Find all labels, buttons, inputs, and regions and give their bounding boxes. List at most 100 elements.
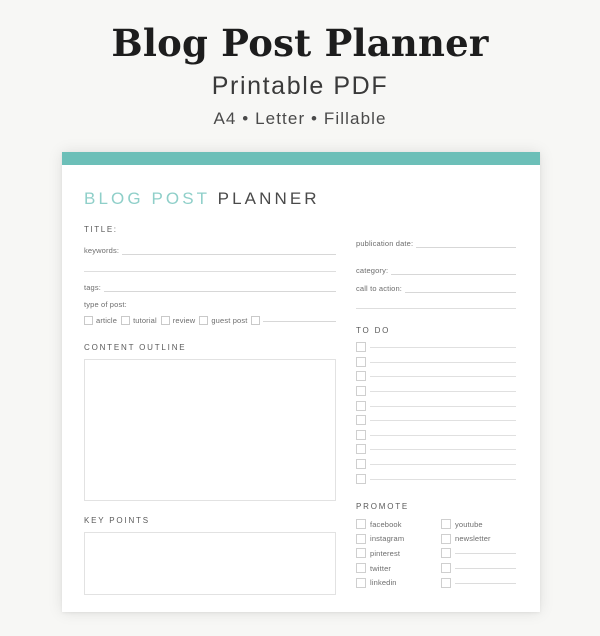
type-option-guest-post[interactable]: guest post <box>199 316 247 325</box>
checkbox-icon[interactable] <box>356 577 366 588</box>
to-do-row[interactable] <box>356 384 516 399</box>
promote-option-label: pinterest <box>370 548 401 558</box>
call-to-action-label: call to action: <box>356 284 403 293</box>
checkbox-icon[interactable] <box>356 444 366 455</box>
to-do-row[interactable] <box>356 428 516 443</box>
checkbox-icon[interactable] <box>356 415 366 426</box>
call-to-action-field[interactable]: call to action: <box>356 284 516 293</box>
to-do-input-line[interactable] <box>370 434 516 436</box>
checkbox-icon[interactable] <box>356 429 366 440</box>
to-do-row[interactable] <box>356 413 516 428</box>
content-outline-heading: CONTENT OUTLINE <box>84 343 187 352</box>
promote-row[interactable]: twitter <box>356 561 431 576</box>
checkbox-icon[interactable] <box>441 519 451 530</box>
checkbox-icon[interactable] <box>441 577 451 588</box>
tags-field[interactable]: tags: <box>84 283 336 292</box>
checkbox-icon[interactable] <box>160 316 170 325</box>
promote-row[interactable]: facebook <box>356 517 431 532</box>
promote-row[interactable] <box>441 561 516 576</box>
promote-custom-line[interactable] <box>455 582 516 584</box>
call-to-action-input-line[interactable] <box>405 291 516 293</box>
promote-row[interactable]: youtube <box>441 517 516 532</box>
type-option-custom[interactable] <box>251 316 336 325</box>
type-option-article[interactable]: article <box>84 316 117 325</box>
type-option-custom-line[interactable] <box>263 320 336 322</box>
content-outline-box[interactable] <box>84 359 336 501</box>
keywords-input-line[interactable] <box>122 253 336 255</box>
to-do-input-line[interactable] <box>370 448 516 451</box>
promote-option-label: newsletter <box>455 534 491 544</box>
to-do-input-line[interactable] <box>370 361 516 363</box>
tags-input-line[interactable] <box>104 290 336 292</box>
to-do-input-line[interactable] <box>370 405 516 407</box>
keywords-extra-line[interactable] <box>84 270 336 272</box>
publication-date-field[interactable]: publication date: <box>356 239 516 248</box>
checkbox-icon[interactable] <box>356 356 366 367</box>
checkbox-icon[interactable] <box>251 316 261 325</box>
to-do-input-line[interactable] <box>370 346 516 349</box>
sheet-accent-bar <box>62 152 540 165</box>
to-do-list <box>356 340 516 486</box>
promote-custom-line[interactable] <box>455 567 516 570</box>
promote-row[interactable] <box>441 575 516 590</box>
heading-teal-part: BLOG POST <box>84 189 210 208</box>
promo-formats: A4 • Letter • Fillable <box>213 109 387 129</box>
key-points-box[interactable] <box>84 532 336 595</box>
promote-option-label: youtube <box>455 519 483 529</box>
to-do-row[interactable] <box>356 369 516 384</box>
to-do-row[interactable] <box>356 442 516 457</box>
checkbox-icon[interactable] <box>356 548 366 559</box>
checkbox-icon[interactable] <box>441 548 451 559</box>
promote-row[interactable]: pinterest <box>356 546 431 561</box>
keywords-label: keywords: <box>84 246 120 255</box>
to-do-input-line[interactable] <box>370 390 516 393</box>
category-field[interactable]: category: <box>356 266 516 275</box>
promote-row[interactable]: instagram <box>356 532 431 547</box>
checkbox-icon[interactable] <box>199 316 209 325</box>
to-do-input-line[interactable] <box>370 478 516 480</box>
checkbox-icon[interactable] <box>356 563 366 574</box>
to-do-input-line[interactable] <box>370 463 516 466</box>
category-label: category: <box>356 266 389 275</box>
checkbox-icon[interactable] <box>84 316 93 325</box>
to-do-input-line[interactable] <box>370 375 516 378</box>
promote-row[interactable]: linkedin <box>356 575 431 590</box>
to-do-input-line[interactable] <box>370 419 516 422</box>
promote-column-one: facebook instagram pinterest twitter linkedi… <box>356 517 431 590</box>
to-do-row[interactable] <box>356 355 516 370</box>
tags-label: tags: <box>84 283 102 292</box>
checkbox-icon[interactable] <box>121 316 131 325</box>
category-input-line[interactable] <box>391 273 516 275</box>
to-do-row[interactable] <box>356 398 516 413</box>
checkbox-icon[interactable] <box>356 533 366 544</box>
publication-date-input-line[interactable] <box>416 246 516 248</box>
promote-row[interactable]: newsletter <box>441 532 516 547</box>
promo-subtitle: Printable PDF <box>211 71 389 100</box>
checkbox-icon[interactable] <box>356 473 366 484</box>
checkbox-icon[interactable] <box>441 533 451 544</box>
publication-date-label: publication date: <box>356 239 414 248</box>
to-do-row[interactable] <box>356 457 516 472</box>
checkbox-icon[interactable] <box>356 371 366 382</box>
checkbox-icon[interactable] <box>356 519 366 530</box>
checkbox-icon[interactable] <box>356 342 366 353</box>
to-do-row[interactable] <box>356 471 516 486</box>
checkbox-icon[interactable] <box>356 459 366 470</box>
checkbox-icon[interactable] <box>356 386 366 397</box>
type-of-post-label: type of post: <box>84 300 127 309</box>
type-option-review[interactable]: review <box>160 316 196 325</box>
type-option-tutorial[interactable]: tutorial <box>121 316 157 325</box>
heading-dark-part: PLANNER <box>209 189 320 208</box>
to-do-heading: TO DO <box>356 326 391 335</box>
checkbox-icon[interactable] <box>356 400 366 411</box>
promote-option-label: instagram <box>370 534 405 544</box>
to-do-row[interactable] <box>356 340 516 355</box>
call-to-action-extra-line[interactable] <box>356 307 516 309</box>
promote-custom-line[interactable] <box>455 552 516 555</box>
keywords-field[interactable]: keywords: <box>84 246 336 255</box>
checkbox-icon[interactable] <box>441 563 451 574</box>
promote-row[interactable] <box>441 546 516 561</box>
type-option-label: review <box>172 316 196 325</box>
sheet-body: BLOG POST PLANNER TITLE: keywords: tags:… <box>62 189 540 636</box>
planner-sheet: BLOG POST PLANNER TITLE: keywords: tags:… <box>62 152 540 612</box>
